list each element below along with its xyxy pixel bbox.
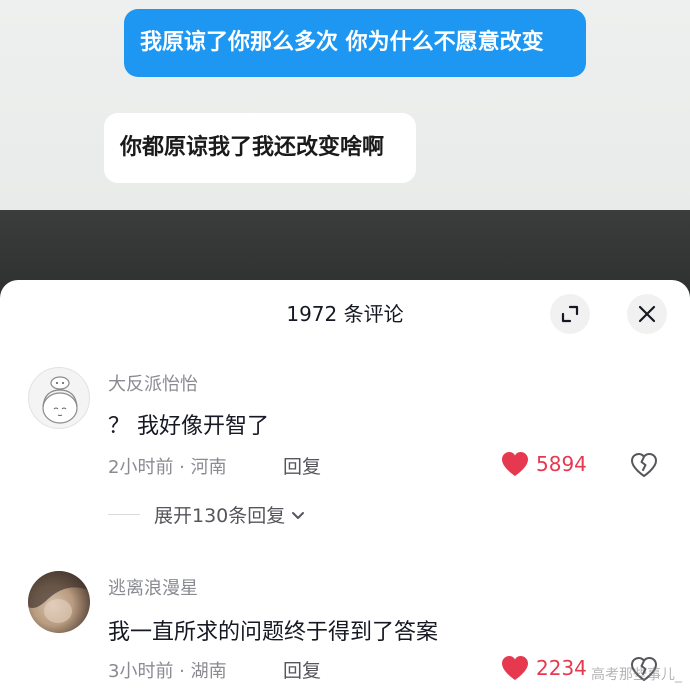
dislike-button[interactable] bbox=[630, 452, 658, 482]
like-count: 5894 bbox=[536, 452, 587, 476]
expand-replies-button[interactable]: 展开130条回复 bbox=[108, 501, 307, 528]
reply-button[interactable]: 回复 bbox=[283, 656, 321, 683]
like-count: 2234 bbox=[536, 656, 587, 680]
broken-heart-icon bbox=[631, 453, 657, 477]
sent-message-bubble: 我原谅了你那么多次 你为什么不愿意改变 bbox=[124, 9, 586, 77]
like-button[interactable]: 2234 bbox=[500, 654, 587, 682]
heart-icon bbox=[502, 656, 528, 680]
received-message-text: 你都原谅我了我还改变啥啊 bbox=[120, 135, 385, 160]
received-message-bubble: 你都原谅我了我还改变啥啊 bbox=[104, 113, 416, 183]
expand-button[interactable] bbox=[550, 294, 590, 334]
close-button[interactable] bbox=[627, 294, 667, 334]
photo-avatar-icon bbox=[28, 571, 90, 623]
watermark: 高考那些事儿_ bbox=[591, 667, 682, 683]
cartoon-avatar-icon bbox=[42, 376, 78, 424]
chat-area: 我原谅了你那么多次 你为什么不愿意改变 你都原谅我了我还改变啥啊 bbox=[0, 0, 690, 210]
comment-time-location: 3小时前 · 湖南 bbox=[108, 661, 227, 682]
comment-username[interactable]: 逃离浪漫星 bbox=[108, 574, 198, 600]
reply-button[interactable]: 回复 bbox=[283, 452, 321, 479]
comment-username[interactable]: 大反派怡怡 bbox=[108, 370, 198, 396]
expand-icon bbox=[561, 305, 579, 323]
avatar[interactable] bbox=[28, 571, 90, 633]
comment-time-location: 2小时前 · 河南 bbox=[108, 457, 227, 478]
comments-sheet: 1972 条评论 大反派怡怡 ？ 我好像开智了 2小时前 · 河南 回复 589… bbox=[0, 280, 690, 700]
avatar[interactable] bbox=[28, 367, 90, 429]
comment-text: 我一直所求的问题终于得到了答案 bbox=[108, 620, 439, 645]
like-button[interactable]: 5894 bbox=[500, 450, 587, 478]
expand-replies-label: 展开130条回复 bbox=[154, 505, 286, 527]
chevron-down-icon bbox=[292, 511, 305, 519]
sent-message-text: 我原谅了你那么多次 你为什么不愿意改变 bbox=[140, 30, 544, 55]
heart-icon bbox=[502, 452, 528, 476]
divider-line bbox=[108, 514, 140, 515]
comment-text: ？ 我好像开智了 bbox=[108, 414, 269, 439]
close-icon bbox=[638, 305, 656, 323]
